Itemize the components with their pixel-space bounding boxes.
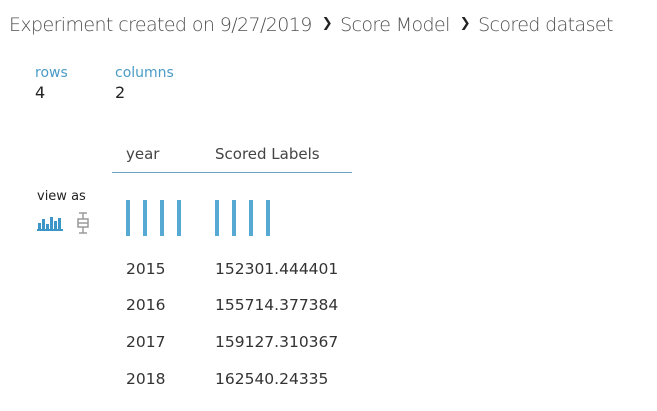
rows-label: rows [35, 65, 68, 81]
breadcrumb: Experiment created on 9/27/2019 ❯ Score Mo… [9, 13, 613, 41]
cell-scored-label[interactable]: 159127.310367 [215, 333, 338, 351]
cell-year[interactable]: 2015 [126, 260, 165, 278]
cell-scored-label[interactable]: 162540.24335 [215, 370, 328, 388]
rows-value: 4 [35, 83, 46, 102]
histogram-icon[interactable] [37, 212, 65, 236]
histogram-bar [266, 200, 270, 236]
scored-labels-histogram[interactable] [215, 200, 275, 236]
column-header-year[interactable]: year [126, 145, 159, 163]
cell-year[interactable]: 2017 [126, 333, 165, 351]
columns-stat: columns 2 [115, 65, 174, 102]
histogram-bar [249, 200, 253, 236]
cell-scored-label[interactable]: 152301.444401 [215, 260, 338, 278]
breadcrumb-item-scored-dataset: Scored dataset [478, 13, 613, 36]
histogram-bar [160, 200, 164, 236]
cell-year[interactable]: 2018 [126, 370, 165, 388]
chevron-right-icon: ❯ [459, 16, 471, 31]
rows-stat: rows 4 [35, 65, 68, 102]
cell-scored-label[interactable]: 155714.377384 [215, 296, 338, 314]
chevron-right-icon: ❯ [321, 16, 333, 31]
cell-year[interactable]: 2016 [126, 296, 165, 314]
columns-value: 2 [115, 83, 126, 102]
breadcrumb-item-experiment[interactable]: Experiment created on 9/27/2019 [9, 14, 312, 36]
view-as-label: view as [37, 189, 86, 204]
header-divider [112, 172, 352, 173]
columns-label: columns [115, 65, 174, 81]
boxplot-icon[interactable] [76, 212, 90, 238]
column-header-scored-labels[interactable]: Scored Labels [215, 145, 320, 163]
histogram-bar [232, 200, 236, 236]
year-histogram[interactable] [126, 200, 186, 236]
histogram-bar [143, 200, 147, 236]
histogram-bar [215, 200, 219, 236]
histogram-bar [126, 200, 130, 236]
breadcrumb-item-score-model[interactable]: Score Model [340, 14, 450, 36]
histogram-bar [177, 200, 181, 236]
